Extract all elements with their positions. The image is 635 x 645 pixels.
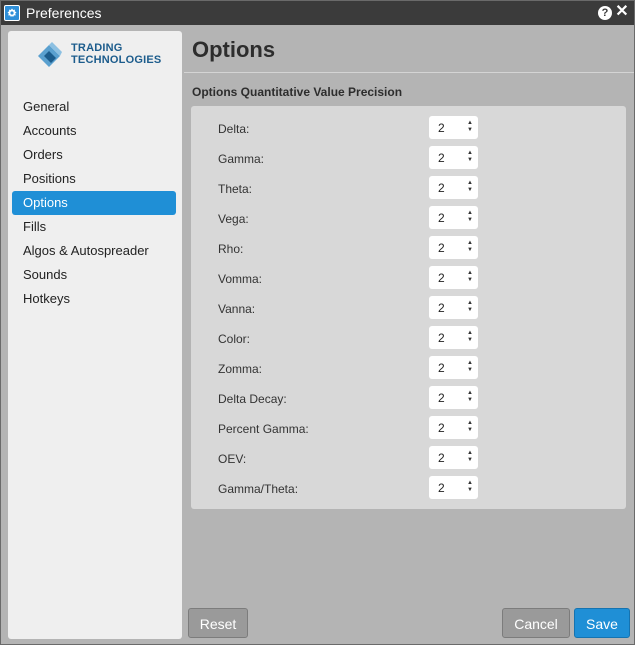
- reset-button[interactable]: Reset: [188, 608, 248, 638]
- precision-stepper[interactable]: 2 ▲ ▼: [429, 446, 478, 469]
- sidebar-item-accounts[interactable]: Accounts: [12, 119, 176, 143]
- save-button[interactable]: Save: [574, 608, 630, 638]
- stepper-arrows-icon[interactable]: ▲ ▼: [467, 240, 473, 254]
- precision-stepper-value: 2: [438, 271, 445, 285]
- precision-row-label: OEV:: [218, 452, 247, 466]
- precision-row-label: Delta:: [218, 122, 250, 136]
- precision-row-label: Rho:: [218, 242, 244, 256]
- logo-mark-icon: [38, 42, 62, 67]
- precision-row: Percent Gamma: 2 ▲ ▼: [191, 413, 626, 443]
- logo-text: TRADING TECHNOLOGIES: [71, 42, 161, 66]
- precision-panel: Delta: 2 ▲ ▼ Gamma: 2 ▲ ▼ Theta: 2 ▲ ▼ Vega: 2 ▲ ▼ Rho: 2…: [191, 106, 626, 509]
- precision-stepper[interactable]: 2 ▲ ▼: [429, 326, 478, 349]
- precision-stepper-value: 2: [438, 421, 445, 435]
- page-title: Options: [192, 37, 276, 62]
- precision-stepper[interactable]: 2 ▲ ▼: [429, 356, 478, 379]
- precision-row-label: Vanna:: [218, 302, 256, 316]
- sidebar-item-positions[interactable]: Positions: [12, 167, 176, 191]
- precision-stepper-value: 2: [438, 481, 445, 495]
- title-divider: [184, 72, 634, 73]
- cancel-button[interactable]: Cancel: [502, 608, 570, 638]
- stepper-arrows-icon[interactable]: ▲ ▼: [467, 480, 473, 494]
- sidebar-item-options[interactable]: Options: [12, 191, 176, 215]
- logo-line-1: TRADING: [71, 42, 123, 54]
- precision-stepper-value: 2: [438, 451, 445, 465]
- precision-row-label: Theta:: [218, 182, 253, 196]
- stepper-arrows-icon[interactable]: ▲ ▼: [467, 210, 473, 224]
- stepper-arrows-icon[interactable]: ▲ ▼: [467, 270, 473, 284]
- sidebar: TRADING TECHNOLOGIES General Accounts Orde…: [8, 31, 182, 639]
- stepper-arrows-icon[interactable]: ▲ ▼: [467, 150, 473, 164]
- close-icon[interactable]: ✕: [615, 3, 629, 21]
- precision-stepper[interactable]: 2 ▲ ▼: [429, 176, 478, 199]
- precision-stepper-value: 2: [438, 361, 445, 375]
- app-gear-icon: [4, 5, 20, 21]
- precision-row-label: Zomma:: [218, 362, 263, 376]
- precision-row: Rho: 2 ▲ ▼: [191, 233, 626, 263]
- precision-stepper[interactable]: 2 ▲ ▼: [429, 146, 478, 169]
- precision-stepper[interactable]: 2 ▲ ▼: [429, 476, 478, 499]
- precision-stepper[interactable]: 2 ▲ ▼: [429, 296, 478, 319]
- precision-row: Delta: 2 ▲ ▼: [191, 113, 626, 143]
- precision-row: Vomma: 2 ▲ ▼: [191, 263, 626, 293]
- stepper-arrows-icon[interactable]: ▲ ▼: [467, 120, 473, 134]
- precision-row: Vanna: 2 ▲ ▼: [191, 293, 626, 323]
- precision-stepper-value: 2: [438, 241, 445, 255]
- stepper-arrows-icon[interactable]: ▲ ▼: [467, 450, 473, 464]
- precision-row-label: Percent Gamma:: [218, 422, 309, 436]
- precision-stepper[interactable]: 2 ▲ ▼: [429, 236, 478, 259]
- precision-stepper-value: 2: [438, 181, 445, 195]
- precision-row-label: Vomma:: [218, 272, 263, 286]
- precision-stepper[interactable]: 2 ▲ ▼: [429, 386, 478, 409]
- stepper-arrows-icon[interactable]: ▲ ▼: [467, 390, 473, 404]
- precision-row: OEV: 2 ▲ ▼: [191, 443, 626, 473]
- stepper-arrows-icon[interactable]: ▲ ▼: [467, 180, 473, 194]
- stepper-arrows-icon[interactable]: ▲ ▼: [467, 300, 473, 314]
- precision-row-label: Delta Decay:: [218, 392, 287, 406]
- precision-row-label: Gamma/Theta:: [218, 482, 299, 496]
- trading-technologies-logo: TRADING TECHNOLOGIES: [34, 38, 164, 74]
- sidebar-item-sounds[interactable]: Sounds: [12, 263, 176, 287]
- sidebar-item-fills[interactable]: Fills: [12, 215, 176, 239]
- precision-stepper-value: 2: [438, 121, 445, 135]
- sidebar-nav: General Accounts Orders Positions Options Fil…: [12, 95, 176, 311]
- title-bar[interactable]: Preferences ? ✕: [1, 1, 634, 25]
- precision-row: Color: 2 ▲ ▼: [191, 323, 626, 353]
- precision-row: Delta Decay: 2 ▲ ▼: [191, 383, 626, 413]
- precision-row: Zomma: 2 ▲ ▼: [191, 353, 626, 383]
- window-title: Preferences: [26, 5, 102, 21]
- stepper-arrows-icon[interactable]: ▲ ▼: [467, 420, 473, 434]
- precision-stepper-value: 2: [438, 331, 445, 345]
- precision-row: Vega: 2 ▲ ▼: [191, 203, 626, 233]
- sidebar-item-algos-autospreader[interactable]: Algos & Autospreader: [12, 239, 176, 263]
- preferences-window: Preferences ? ✕ TRADING TECHNOLOGIES Gen…: [0, 0, 635, 645]
- precision-row: Theta: 2 ▲ ▼: [191, 173, 626, 203]
- precision-row-label: Color:: [218, 332, 251, 346]
- precision-stepper[interactable]: 2 ▲ ▼: [429, 266, 478, 289]
- stepper-arrows-icon[interactable]: ▲ ▼: [467, 360, 473, 374]
- precision-row-label: Vega:: [218, 212, 249, 226]
- precision-row-label: Gamma:: [218, 152, 265, 166]
- precision-stepper-value: 2: [438, 391, 445, 405]
- precision-row: Gamma/Theta: 2 ▲ ▼: [191, 473, 626, 503]
- sidebar-item-orders[interactable]: Orders: [12, 143, 176, 167]
- stepper-arrows-icon[interactable]: ▲ ▼: [467, 330, 473, 344]
- sidebar-item-general[interactable]: General: [12, 95, 176, 119]
- precision-stepper[interactable]: 2 ▲ ▼: [429, 116, 478, 139]
- precision-stepper[interactable]: 2 ▲ ▼: [429, 416, 478, 439]
- precision-stepper[interactable]: 2 ▲ ▼: [429, 206, 478, 229]
- precision-stepper-value: 2: [438, 301, 445, 315]
- sidebar-item-hotkeys[interactable]: Hotkeys: [12, 287, 176, 311]
- precision-stepper-value: 2: [438, 151, 445, 165]
- precision-stepper-value: 2: [438, 211, 445, 225]
- precision-row: Gamma: 2 ▲ ▼: [191, 143, 626, 173]
- logo-line-2: TECHNOLOGIES: [71, 54, 162, 66]
- section-heading: Options Quantitative Value Precision: [192, 85, 403, 99]
- help-icon[interactable]: ?: [598, 6, 612, 20]
